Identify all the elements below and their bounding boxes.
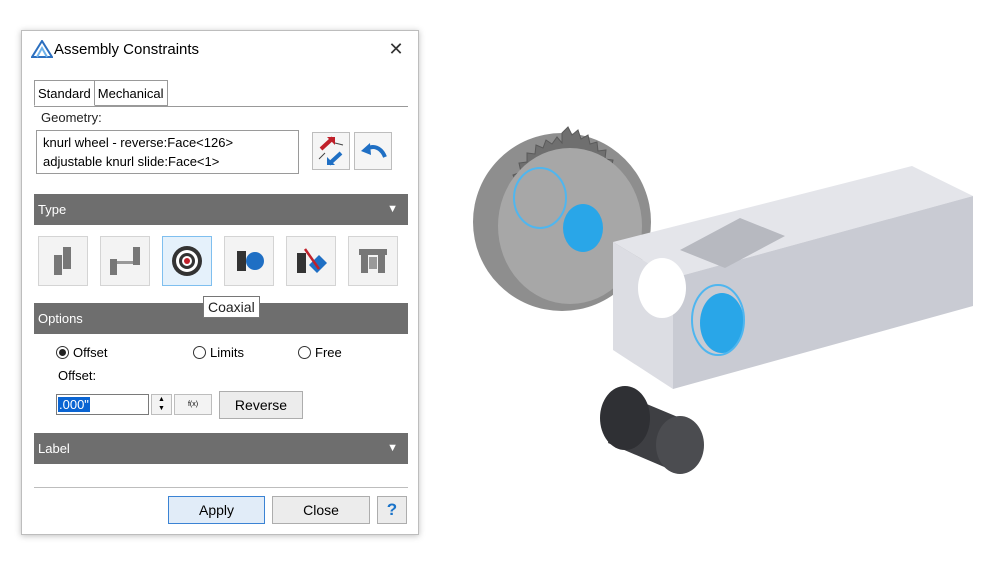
radio-free-indicator[interactable] [298,346,311,359]
radio-offset-label: Offset [73,345,108,360]
dialog-title: Assembly Constraints [54,41,200,58]
reverse-button[interactable]: Reverse [219,391,303,419]
type-angle-button[interactable] [286,236,336,286]
tangent-icon [237,251,264,271]
spin-down-icon[interactable]: ▼ [152,404,171,413]
radio-limits[interactable]: Limits [193,345,244,360]
radio-limits-label: Limits [210,345,244,360]
offset-label: Offset: [58,368,97,383]
mate-icon [54,247,71,275]
close-icon[interactable]: ✕ [384,37,408,61]
geometry-list[interactable]: knurl wheel - reverse:Face<126> adjustab… [36,130,299,174]
swap-selection-icon [318,136,344,166]
cad-viewport[interactable] [440,0,1000,567]
offset-input[interactable]: .000" [56,394,149,415]
label-section-header[interactable]: Label ▼ [34,433,408,464]
coaxial-icon [172,246,202,276]
close-button[interactable]: Close [272,496,370,524]
formula-button[interactable]: f(x) [174,394,212,415]
type-mate-button[interactable] [38,236,88,286]
radio-limits-indicator[interactable] [193,346,206,359]
apply-button[interactable]: Apply [168,496,265,524]
coaxial-tooltip: Coaxial [203,296,260,318]
geometry-item[interactable]: adjustable knurl slide:Face<1> [43,152,292,171]
pin[interactable] [600,386,704,474]
adjustable-knurl-slide[interactable] [613,166,973,389]
options-section-label: Options [38,311,83,326]
radio-offset[interactable]: Offset [56,345,107,360]
label-section-label: Label [38,441,70,456]
radio-free[interactable]: Free [298,345,342,360]
undo-button[interactable] [354,132,392,170]
distance-icon [110,247,140,275]
type-tangent-button[interactable] [224,236,274,286]
chevron-down-icon: ▼ [387,203,398,215]
geometry-label: Geometry: [41,110,102,125]
type-distance-button[interactable] [100,236,150,286]
assembly-constraints-dialog: Assembly Constraints ✕ Standard Mechanic… [21,30,419,535]
angle-icon [297,248,327,273]
offset-value[interactable]: .000" [58,397,90,412]
tab-bar: Standard Mechanical [34,80,168,106]
type-section-label: Type [38,202,67,217]
type-fixed-button[interactable] [348,236,398,286]
undo-arrow-icon [361,143,387,158]
radio-free-label: Free [315,345,342,360]
radio-offset-indicator[interactable] [56,346,69,359]
tab-standard[interactable]: Standard [34,80,95,106]
title-bar[interactable]: Assembly Constraints ✕ [22,31,418,69]
geometry-item[interactable]: knurl wheel - reverse:Face<126> [43,133,292,152]
tab-mechanical[interactable]: Mechanical [94,80,168,106]
type-coaxial-button[interactable] [162,236,212,286]
offset-stepper[interactable]: ▲ ▼ [151,394,172,415]
chevron-down-icon: ▼ [387,442,398,454]
fixed-icon [359,249,387,273]
type-section-header[interactable]: Type ▼ [34,194,408,225]
spin-up-icon[interactable]: ▲ [152,395,171,404]
help-button[interactable]: ? [377,496,407,524]
app-logo-icon [31,40,53,58]
swap-selection-button[interactable] [312,132,350,170]
